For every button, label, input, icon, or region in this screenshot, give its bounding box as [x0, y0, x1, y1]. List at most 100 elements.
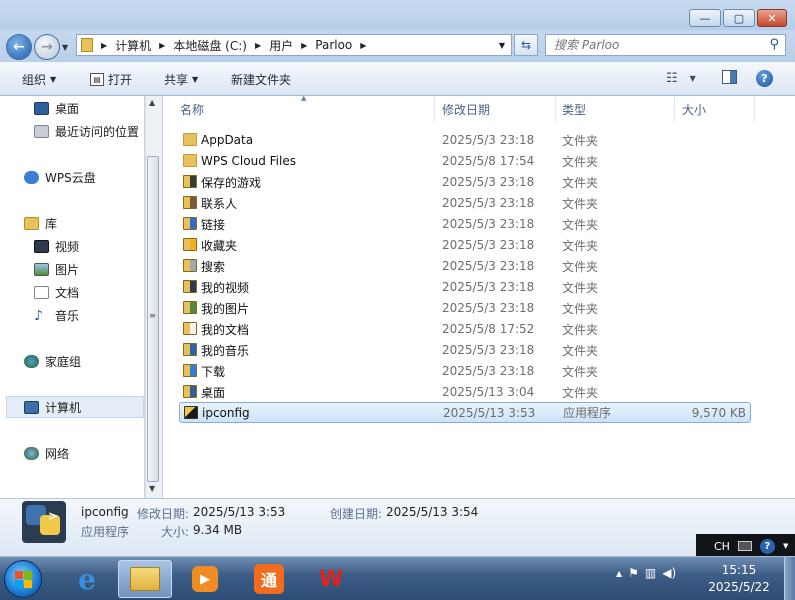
homegroup-icon — [24, 355, 39, 368]
chevron-right-icon[interactable]: ▶ — [360, 41, 366, 50]
show-desktop-button[interactable] — [784, 557, 795, 600]
preview-pane-button[interactable] — [722, 70, 737, 84]
file-type: 文件夹 — [562, 280, 599, 295]
file-row[interactable]: 我的图片 2025/5/3 23:18 文件夹 — [179, 298, 751, 318]
search-box[interactable]: ⚲ — [545, 34, 786, 56]
nav-label: 视频 — [55, 240, 80, 254]
organize-button[interactable]: 组织 ▼ — [22, 71, 56, 88]
address-bar[interactable]: ▶ 计算机 ▶ 本地磁盘 (C:) ▶ 用户 ▶ Parloo ▶ ▼ — [76, 34, 512, 56]
links-icon — [183, 217, 197, 230]
computer-icon — [24, 400, 39, 414]
search-input[interactable] — [554, 38, 754, 52]
chevron-right-icon[interactable]: ▶ — [255, 41, 261, 50]
breadcrumb-parloo[interactable]: Parloo — [315, 38, 352, 52]
taskbar-file-explorer[interactable] — [118, 560, 172, 598]
nav-item-homegroup[interactable]: 家庭组 — [24, 353, 81, 370]
file-row[interactable]: 链接 2025/5/3 23:18 文件夹 — [179, 214, 751, 234]
my-music-icon — [183, 343, 197, 356]
chevron-right-icon[interactable]: ▶ — [159, 41, 165, 50]
refresh-button[interactable]: ⇆ — [514, 34, 538, 56]
minimize-button[interactable]: — — [689, 9, 721, 27]
folder-icon — [81, 38, 93, 52]
chevron-right-icon[interactable]: ▶ — [301, 41, 307, 50]
nav-item-computer[interactable]: 计算机 — [6, 396, 144, 418]
volume-icon[interactable]: ◀) — [662, 566, 676, 580]
show-hidden-icons-arrow[interactable]: ▲ — [616, 569, 622, 578]
help-button[interactable]: ? — [756, 70, 773, 87]
action-center-icon[interactable]: ⚑ — [628, 566, 639, 580]
file-row[interactable]: 我的音乐 2025/5/3 23:18 文件夹 — [179, 340, 751, 360]
file-row[interactable]: AppData 2025/5/3 23:18 文件夹 — [179, 130, 751, 150]
file-date: 2025/5/3 23:18 — [442, 343, 535, 357]
column-label: 修改日期 — [442, 102, 491, 117]
nav-item-documents[interactable]: 文档 — [34, 284, 79, 301]
orange-app-icon: 通 — [254, 564, 284, 594]
file-row[interactable]: 桌面 2025/5/13 3:04 文件夹 — [179, 382, 751, 402]
file-row[interactable]: 我的视频 2025/5/3 23:18 文件夹 — [179, 277, 751, 297]
taskbar-app-orange[interactable]: 通 — [242, 560, 296, 598]
forward-button[interactable]: → — [34, 34, 60, 60]
nav-item-wps-cloud[interactable]: WPS云盘 — [24, 169, 96, 186]
nav-item-videos[interactable]: 视频 — [34, 238, 79, 255]
network-status-icon[interactable]: ▥ — [645, 566, 656, 580]
file-row[interactable]: 保存的游戏 2025/5/3 23:18 文件夹 — [179, 172, 751, 192]
view-options-button[interactable]: ☷ ▼ — [666, 71, 696, 86]
start-button[interactable] — [4, 560, 42, 598]
file-name: 搜索 — [201, 259, 226, 274]
file-row[interactable]: 下载 2025/5/3 23:18 文件夹 — [179, 361, 751, 381]
file-type: 文件夹 — [562, 301, 599, 316]
file-row[interactable]: 收藏夹 2025/5/3 23:18 文件夹 — [179, 235, 751, 255]
file-row-selected[interactable]: ipconfig 2025/5/13 3:53 应用程序 9,570 KB — [179, 402, 751, 423]
contacts-icon — [183, 196, 197, 209]
back-button[interactable]: ← — [6, 34, 32, 60]
file-row[interactable]: 搜索 2025/5/3 23:18 文件夹 — [179, 256, 751, 276]
ime-language[interactable]: CH — [714, 540, 730, 553]
nav-label: 图片 — [55, 263, 80, 277]
keyboard-icon[interactable] — [737, 541, 752, 551]
taskbar-wps[interactable]: W — [304, 560, 358, 598]
scroll-up-arrow[interactable]: ▲ — [149, 98, 155, 107]
open-button[interactable]: ▤ 打开 — [90, 71, 132, 88]
nav-scrollbar-thumb[interactable]: ≡ — [147, 156, 159, 482]
close-button[interactable]: ✕ — [757, 9, 787, 27]
breadcrumb-users[interactable]: 用户 — [269, 37, 293, 54]
file-row[interactable]: WPS Cloud Files 2025/5/8 17:54 文件夹 — [179, 151, 751, 171]
ime-language-bar[interactable]: CH ? ▼ — [696, 534, 795, 558]
nav-item-pictures[interactable]: 图片 — [34, 261, 79, 278]
favorites-icon — [183, 238, 197, 251]
nav-item-music[interactable]: ♪ 音乐 — [34, 307, 79, 324]
maximize-button[interactable]: ▢ — [723, 9, 755, 27]
recent-pages-dropdown[interactable]: ▼ — [62, 38, 72, 56]
file-date: 2025/5/3 23:18 — [442, 196, 535, 210]
breadcrumb-computer[interactable]: 计算机 — [115, 37, 151, 54]
view-list-icon: ☷ — [666, 71, 678, 86]
internet-explorer-icon: e — [78, 562, 96, 596]
address-history-dropdown[interactable]: ▼ — [499, 41, 505, 50]
help-icon[interactable]: ? — [759, 538, 775, 554]
file-row[interactable]: 联系人 2025/5/3 23:18 文件夹 — [179, 193, 751, 213]
nav-item-recent[interactable]: 最近访问的位置 — [34, 123, 139, 140]
organize-label: 组织 — [22, 73, 47, 87]
column-header-name[interactable]: 名称 — [163, 96, 435, 122]
chevron-right-icon[interactable]: ▶ — [101, 41, 107, 50]
nav-item-network[interactable]: 网络 — [24, 445, 69, 462]
search-icon[interactable]: ⚲ — [769, 37, 779, 52]
scroll-down-arrow[interactable]: ▼ — [149, 484, 155, 493]
my-pictures-icon — [183, 301, 197, 314]
nav-item-desktop[interactable]: 桌面 — [34, 100, 79, 117]
share-button[interactable]: 共享 ▼ — [164, 71, 198, 88]
chevron-down-icon[interactable]: ▼ — [783, 542, 788, 550]
column-header-date[interactable]: 修改日期 — [436, 96, 556, 122]
clock[interactable]: 15:15 2025/5/22 — [700, 562, 778, 596]
file-row[interactable]: 我的文档 2025/5/8 17:52 文件夹 — [179, 319, 751, 339]
column-header-size[interactable]: 大小 — [675, 96, 755, 122]
nav-item-libraries[interactable]: 库 — [24, 215, 57, 232]
taskbar-internet-explorer[interactable]: e — [60, 560, 114, 598]
new-folder-button[interactable]: 新建文件夹 — [231, 71, 291, 88]
navigation-pane: 桌面 最近访问的位置 WPS云盘 库 视频 图片 文档 ♪ 音乐 家庭组 计算机 … — [0, 96, 145, 498]
file-type: 文件夹 — [562, 217, 599, 232]
breadcrumb-local-disk[interactable]: 本地磁盘 (C:) — [173, 37, 247, 54]
column-header-type[interactable]: 类型 — [556, 96, 675, 122]
file-name: ipconfig — [202, 405, 250, 420]
taskbar-media-player[interactable]: ▶ — [178, 560, 232, 598]
